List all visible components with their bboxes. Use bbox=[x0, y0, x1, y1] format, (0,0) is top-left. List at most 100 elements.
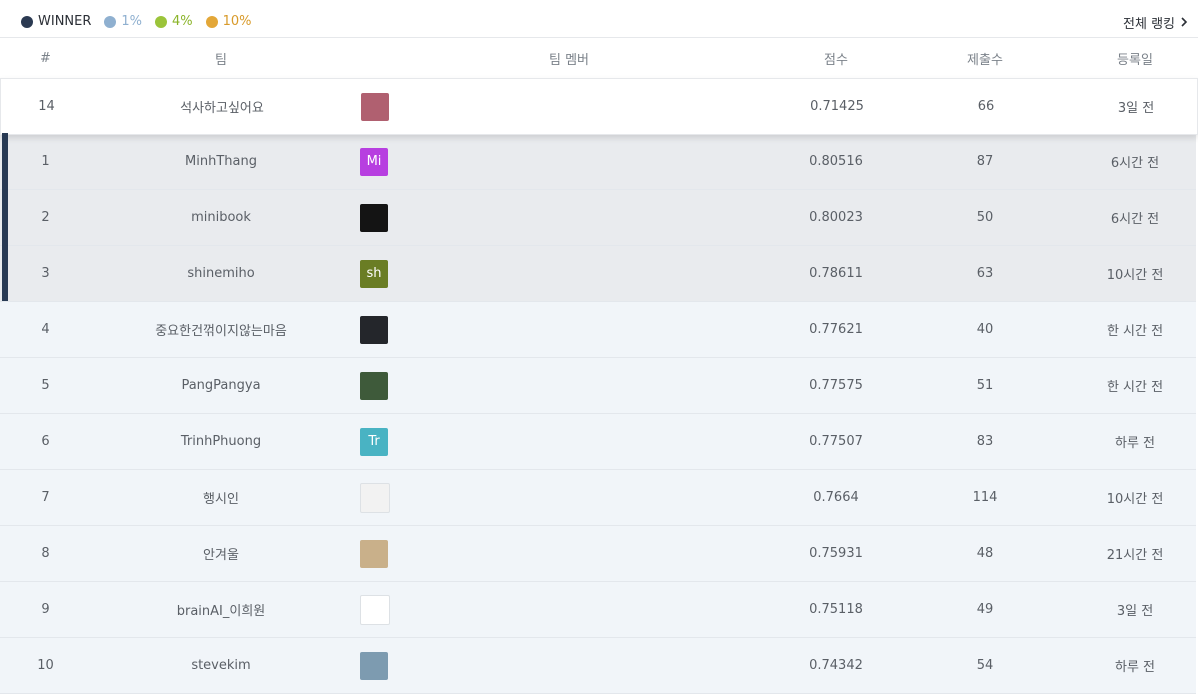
member-avatar[interactable] bbox=[360, 371, 388, 400]
date-cell: 3일 전 bbox=[1116, 604, 1154, 619]
table-row[interactable]: 9 brainAI_이희원 0.75118 49 3일 전 bbox=[0, 582, 1196, 638]
submissions-cell: 66 bbox=[977, 99, 995, 114]
submissions-cell: 50 bbox=[976, 210, 994, 225]
member-avatar[interactable] bbox=[360, 594, 390, 625]
team-name: MinhThang bbox=[185, 154, 257, 169]
rank-cell: 2 bbox=[41, 210, 50, 225]
header-team: 팀 bbox=[215, 52, 227, 68]
table-row[interactable]: 1 MinhThang 0.80516 87 6시간 전 Mi bbox=[0, 134, 1196, 190]
header-submissions: 제출수 bbox=[967, 52, 1003, 68]
header-rank: # bbox=[40, 50, 51, 66]
table-row[interactable]: 5 PangPangya 0.77575 51 한 시간 전 bbox=[0, 358, 1196, 414]
date-cell: 6시간 전 bbox=[1110, 212, 1160, 227]
team-members-cell bbox=[351, 302, 410, 357]
submissions-cell: 54 bbox=[976, 658, 994, 673]
legend-item: WINNER bbox=[21, 14, 91, 29]
score-cell: 0.71425 bbox=[810, 99, 864, 114]
all-ranking-label: 전체 랭킹 bbox=[1123, 17, 1175, 32]
date-cell: 한 시간 전 bbox=[1106, 380, 1164, 395]
team-members-cell: Mi bbox=[351, 134, 410, 189]
table-row[interactable]: 10 stevekim 0.74342 54 하루 전 bbox=[0, 638, 1196, 694]
team-members-cell bbox=[351, 470, 410, 525]
all-ranking-link[interactable]: 전체 랭킹 bbox=[1123, 13, 1188, 32]
submissions-cell: 51 bbox=[976, 378, 994, 393]
team-members-cell bbox=[351, 358, 410, 413]
date-cell: 하루 전 bbox=[1114, 436, 1155, 451]
submissions-cell: 83 bbox=[976, 434, 994, 449]
rank-cell: 9 bbox=[41, 602, 50, 617]
date-cell: 하루 전 bbox=[1114, 660, 1155, 675]
legend-label: 1% bbox=[121, 14, 143, 29]
rank-cell: 1 bbox=[41, 154, 50, 169]
team-members-cell bbox=[351, 582, 410, 637]
table-row[interactable]: 7 행시인 0.7664 114 10시간 전 bbox=[0, 470, 1196, 526]
team-name: shinemiho bbox=[187, 266, 255, 281]
table-row[interactable]: 8 안겨울 0.75931 48 21시간 전 bbox=[0, 526, 1196, 582]
member-avatar[interactable] bbox=[360, 482, 390, 513]
team-members-cell bbox=[352, 79, 411, 134]
rank-cell: 14 bbox=[38, 99, 55, 114]
table-row[interactable]: 14 석사하고싶어요 0.71425 66 3일 전 bbox=[0, 78, 1198, 135]
member-avatar[interactable]: Tr bbox=[360, 427, 388, 456]
team-name: minibook bbox=[191, 210, 251, 225]
team-name: 석사하고싶어요 bbox=[180, 101, 264, 116]
score-cell: 0.74342 bbox=[809, 658, 863, 673]
chevron-right-icon bbox=[1181, 16, 1188, 30]
header-date: 등록일 bbox=[1117, 52, 1153, 68]
table-row[interactable]: 2 minibook 0.80023 50 6시간 전 bbox=[0, 190, 1196, 246]
date-cell: 21시간 전 bbox=[1106, 548, 1164, 563]
team-name: brainAI_이희원 bbox=[176, 604, 266, 619]
team-name: TrinhPhuong bbox=[180, 434, 262, 449]
team-name: 안겨울 bbox=[203, 548, 239, 563]
date-cell: 10시간 전 bbox=[1106, 492, 1164, 507]
table-row[interactable]: 4 중요한건꺾이지않는마음 0.77621 40 한 시간 전 bbox=[0, 302, 1196, 358]
legend-item: 4% bbox=[155, 14, 193, 29]
member-avatar[interactable] bbox=[361, 92, 389, 121]
rank-cell: 3 bbox=[41, 266, 50, 281]
legend-dot-icon bbox=[21, 15, 33, 28]
member-avatar[interactable]: sh bbox=[360, 259, 388, 288]
score-cell: 0.77621 bbox=[809, 322, 863, 337]
date-cell: 6시간 전 bbox=[1110, 156, 1160, 171]
legend-item: 1% bbox=[104, 14, 142, 29]
submissions-cell: 48 bbox=[976, 546, 994, 561]
rank-cell: 7 bbox=[41, 490, 50, 505]
team-name: PangPangya bbox=[181, 378, 261, 393]
member-avatar[interactable] bbox=[360, 651, 388, 680]
submissions-cell: 49 bbox=[976, 602, 994, 617]
team-members-cell: sh bbox=[351, 246, 410, 301]
score-cell: 0.75931 bbox=[809, 546, 863, 561]
date-cell: 10시간 전 bbox=[1106, 268, 1164, 283]
rank-cell: 10 bbox=[37, 658, 54, 673]
rank-cell: 4 bbox=[41, 322, 50, 337]
member-avatar[interactable] bbox=[360, 539, 388, 568]
rank-cell: 8 bbox=[41, 546, 50, 561]
legend: WINNER 1% 4% 10% bbox=[21, 14, 265, 29]
team-members-cell: Tr bbox=[351, 414, 410, 469]
legend-dot-icon bbox=[205, 15, 218, 28]
rank-cell: 6 bbox=[41, 434, 50, 449]
header-score: 점수 bbox=[824, 52, 848, 68]
team-name: 중요한건꺾이지않는마음 bbox=[155, 324, 287, 339]
member-avatar[interactable] bbox=[360, 315, 388, 344]
date-cell: 한 시간 전 bbox=[1106, 324, 1164, 339]
winner-indicator-bar bbox=[2, 133, 8, 301]
submissions-cell: 40 bbox=[976, 322, 994, 337]
team-members-cell bbox=[351, 190, 410, 245]
member-avatar[interactable]: Mi bbox=[360, 147, 388, 176]
team-members-cell bbox=[351, 638, 410, 693]
rank-cell: 5 bbox=[41, 378, 50, 393]
legend-label: 4% bbox=[172, 14, 193, 29]
table-header: # 팀 팀 멤버 점수 제출수 등록일 bbox=[0, 37, 1198, 79]
table-row[interactable]: 6 TrinhPhuong 0.77507 83 하루 전 Tr bbox=[0, 414, 1196, 470]
table-row[interactable]: 3 shinemiho 0.78611 63 10시간 전 sh bbox=[0, 246, 1196, 302]
member-avatar[interactable] bbox=[360, 203, 388, 232]
header-members: 팀 멤버 bbox=[548, 52, 589, 68]
score-cell: 0.75118 bbox=[809, 602, 863, 617]
legend-item: 10% bbox=[205, 14, 252, 29]
submissions-cell: 114 bbox=[972, 490, 998, 505]
legend-label: WINNER bbox=[38, 14, 92, 29]
team-name: stevekim bbox=[191, 658, 251, 673]
legend-dot-icon bbox=[155, 15, 168, 28]
score-cell: 0.77575 bbox=[809, 378, 863, 393]
